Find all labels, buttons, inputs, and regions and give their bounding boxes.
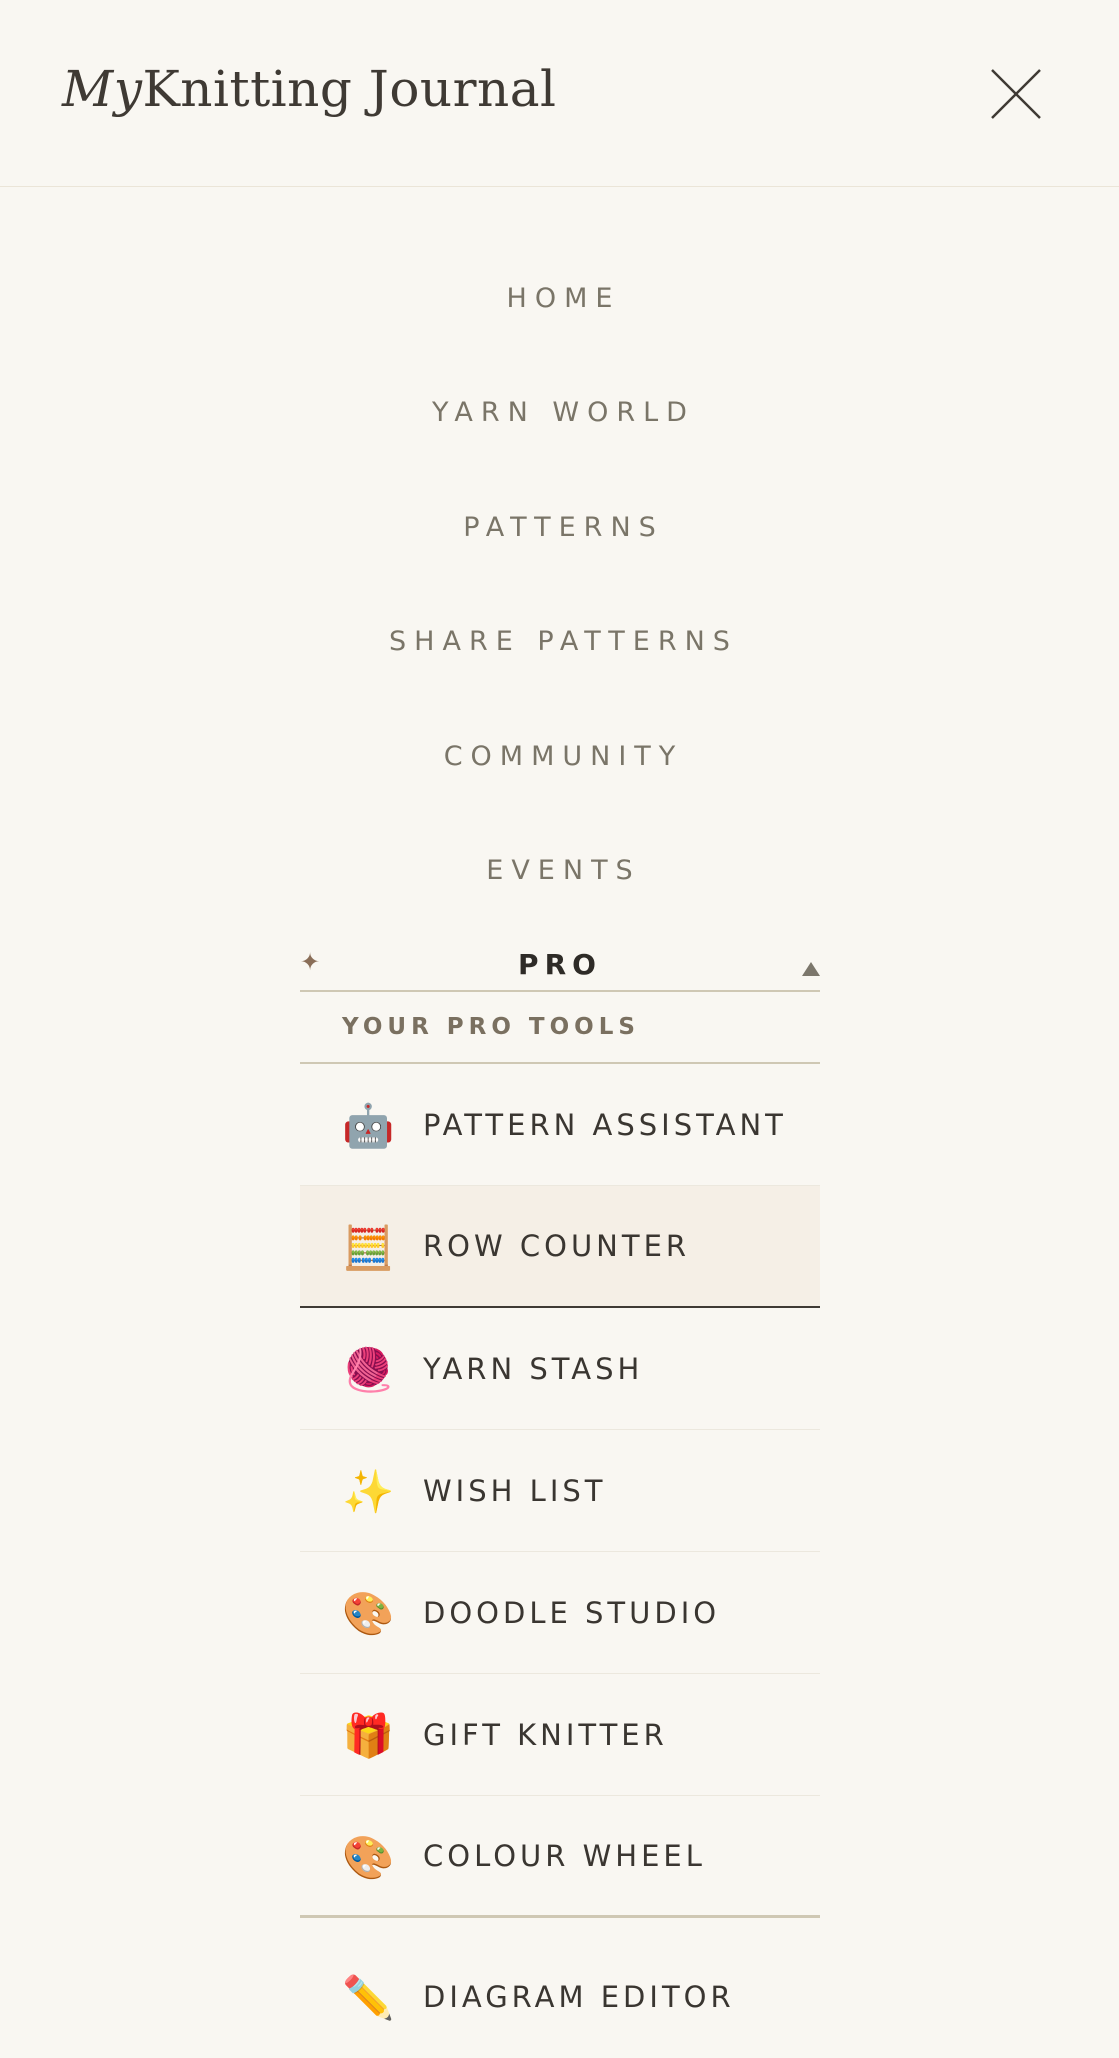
sparkles-icon: ✨ xyxy=(342,1467,395,1516)
gift-icon: 🎁 xyxy=(342,1711,395,1760)
tool-item-yarn-stash[interactable]: 🧶 YARN STASH xyxy=(300,1308,820,1430)
pro-tools-subtitle: YOUR PRO TOOLS xyxy=(300,992,820,1064)
palette-icon: 🎨 xyxy=(342,1589,395,1638)
abacus-icon: 🧮 xyxy=(342,1223,395,1272)
nav-item-share-patterns[interactable]: SHARE PATTERNS xyxy=(0,585,1119,699)
pro-tools-panel: ✦ PRO YOUR PRO TOOLS 🤖 PATTERN ASSISTANT… xyxy=(300,942,820,2040)
tool-item-gift-knitter[interactable]: 🎁 GIFT KNITTER xyxy=(300,1674,820,1796)
close-icon xyxy=(991,69,1041,119)
pencil-icon: ✏️ xyxy=(342,1973,395,2022)
nav-item-yarn-world[interactable]: YARN WORLD xyxy=(0,356,1119,470)
caret-up-icon xyxy=(802,962,820,976)
tool-label: PATTERN ASSISTANT xyxy=(423,1107,787,1142)
site-logo[interactable]: MyKnitting Journal xyxy=(62,60,557,118)
palette-icon: 🎨 xyxy=(342,1833,395,1882)
main-nav: HOME YARN WORLD PATTERNS SHARE PATTERNS … xyxy=(0,242,1119,928)
tool-label: DOODLE STUDIO xyxy=(423,1595,721,1630)
pro-section-toggle[interactable]: ✦ PRO xyxy=(300,942,820,992)
tool-label: GIFT KNITTER xyxy=(423,1717,668,1752)
tool-label: COLOUR WHEEL xyxy=(423,1838,706,1873)
tool-label: WISH LIST xyxy=(423,1473,607,1508)
tool-item-row-counter[interactable]: 🧮 ROW COUNTER xyxy=(300,1186,820,1308)
nav-item-events[interactable]: EVENTS xyxy=(0,814,1119,928)
tool-item-diagram-editor[interactable]: ✏️ DIAGRAM EDITOR xyxy=(300,1918,820,2040)
site-header: MyKnitting Journal xyxy=(0,0,1119,187)
nav-item-home[interactable]: HOME xyxy=(0,242,1119,356)
logo-suffix: Knitting Journal xyxy=(142,60,557,118)
tool-label: DIAGRAM EDITOR xyxy=(423,1980,735,2014)
close-menu-button[interactable] xyxy=(988,66,1044,122)
nav-item-patterns[interactable]: PATTERNS xyxy=(0,471,1119,585)
tool-item-colour-wheel[interactable]: 🎨 COLOUR WHEEL xyxy=(300,1796,820,1918)
tool-item-doodle-studio[interactable]: 🎨 DOODLE STUDIO xyxy=(300,1552,820,1674)
robot-icon: 🤖 xyxy=(342,1101,395,1150)
tool-label: ROW COUNTER xyxy=(423,1229,691,1263)
tool-item-wish-list[interactable]: ✨ WISH LIST xyxy=(300,1430,820,1552)
tool-item-pattern-assistant[interactable]: 🤖 PATTERN ASSISTANT xyxy=(300,1064,820,1186)
nav-item-community[interactable]: COMMUNITY xyxy=(0,700,1119,814)
logo-prefix: My xyxy=(62,60,143,118)
yarn-ball-icon: 🧶 xyxy=(342,1345,395,1394)
tool-label: YARN STASH xyxy=(423,1351,644,1386)
pro-section-title: PRO xyxy=(518,948,602,981)
